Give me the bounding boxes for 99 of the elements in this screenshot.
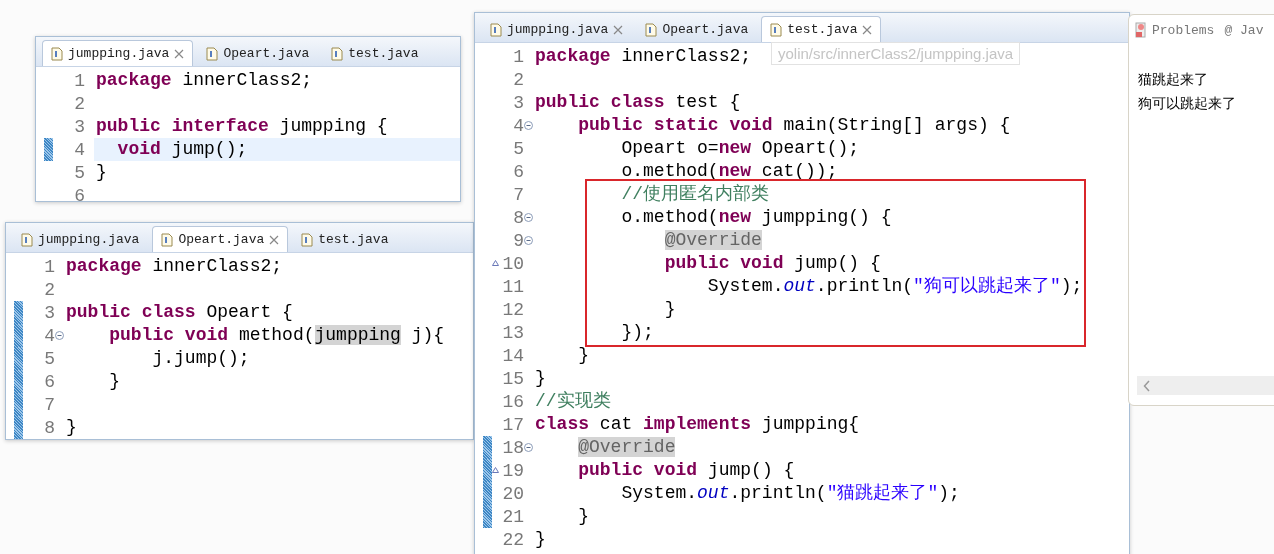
code-line: }	[534, 528, 546, 551]
line-number: 20	[501, 483, 524, 504]
line-number: 3	[73, 116, 85, 137]
code-line: }	[95, 161, 107, 184]
code-line: System.out.println("狗可以跳起来了");	[706, 275, 1083, 298]
line-number: 3	[43, 302, 55, 323]
console-output-line: 猫跳起来了	[1138, 70, 1209, 89]
java-file-icon	[51, 46, 63, 61]
line-number: 8	[43, 417, 55, 438]
code-line: public class test {	[534, 91, 741, 114]
editor-tab[interactable]: jumpping.java	[481, 16, 633, 42]
line-number: 2	[43, 279, 55, 300]
editor-tab[interactable]: jumpping.java	[42, 40, 194, 66]
line-number: 13	[501, 322, 524, 343]
java-file-icon	[21, 232, 33, 247]
line-number: 7	[512, 184, 524, 205]
line-number: 3	[512, 92, 524, 113]
code-line: package innerClass2;	[65, 255, 283, 278]
code-line: public void jump() {	[577, 459, 795, 482]
code-line: //实现类	[534, 390, 611, 413]
horizontal-scrollbar[interactable]	[1137, 376, 1274, 395]
line-number: 9	[512, 230, 524, 251]
view-tab[interactable]: Problems	[1135, 22, 1215, 38]
line-number: 12	[501, 299, 524, 320]
fold-icon[interactable]	[524, 236, 533, 245]
code-line: }	[577, 344, 590, 367]
line-number: 4	[73, 139, 85, 160]
line-number: 21	[501, 506, 524, 527]
code-line: Opeart o=new Opeart();	[620, 137, 860, 160]
line-number: 1	[73, 70, 85, 91]
editor-tab[interactable]: Opeart.java	[197, 40, 319, 66]
code-line: public interface jumpping {	[95, 115, 388, 138]
java-file-icon	[490, 22, 502, 37]
problems-icon	[1135, 22, 1149, 38]
line-number: 16	[501, 391, 524, 412]
line-number: 19	[501, 460, 524, 481]
line-number: 22	[501, 529, 524, 550]
java-file-icon	[331, 46, 344, 61]
java-file-icon	[206, 46, 219, 61]
code-line: package innerClass2;	[95, 69, 313, 92]
java-file-icon	[301, 232, 314, 247]
code-line: }	[108, 370, 121, 393]
fold-icon[interactable]	[55, 331, 64, 340]
close-icon[interactable]	[862, 24, 873, 35]
code-line: package innerClass2;	[534, 45, 752, 68]
code-line: j.jump();	[151, 347, 250, 370]
view-tab[interactable]: @ Jav	[1224, 22, 1264, 38]
code-line: public void jump() {	[663, 252, 881, 275]
line-number: 5	[73, 162, 85, 183]
java-file-icon	[645, 22, 658, 37]
java-file-icon	[770, 22, 783, 37]
scroll-left-icon[interactable]	[1143, 379, 1151, 392]
close-icon[interactable]	[613, 24, 624, 35]
editor-tab[interactable]: test.java	[292, 226, 398, 252]
close-icon[interactable]	[174, 48, 185, 59]
java-file-icon	[161, 232, 174, 247]
line-number: 4	[43, 325, 55, 346]
code-line: }	[663, 298, 676, 321]
editor-tab[interactable]: Opeart.java	[152, 226, 289, 252]
line-number: 11	[501, 276, 524, 297]
code-line: class cat implements jumpping{	[534, 413, 860, 436]
code-line: }	[577, 505, 590, 528]
code-line: public static void main(String[] args) {	[577, 114, 1011, 137]
line-number: 5	[512, 138, 524, 159]
editor-tab[interactable]: jumpping.java	[12, 226, 149, 252]
code-line: o.method(new cat());	[620, 160, 838, 183]
line-number: 2	[512, 69, 524, 90]
path-tooltip: yolin/src/innerClass2/jumpping.java	[771, 42, 1021, 65]
line-number: 8	[512, 207, 524, 228]
line-number: 7	[43, 394, 55, 415]
line-number: 6	[43, 371, 55, 392]
line-number: 1	[512, 46, 524, 67]
close-icon[interactable]	[269, 234, 280, 245]
line-number: 4	[512, 115, 524, 136]
fold-icon[interactable]	[524, 213, 533, 222]
fold-icon[interactable]	[524, 121, 533, 130]
line-number: 15	[501, 368, 524, 389]
code-line: }	[65, 416, 77, 439]
line-number: 10	[501, 253, 524, 274]
code-line: o.method(new jumpping() {	[620, 206, 892, 229]
editor-tab[interactable]: test.java	[322, 40, 428, 66]
line-number: 17	[501, 414, 524, 435]
editor-tab[interactable]: Opeart.java	[636, 16, 758, 42]
line-number: 2	[73, 93, 85, 114]
code-line: });	[620, 321, 654, 344]
line-number: 6	[512, 161, 524, 182]
editor-tab[interactable]: test.java	[761, 16, 882, 42]
line-number: 6	[73, 185, 85, 201]
code-line: }	[534, 367, 546, 390]
console-output-line: 狗可以跳起来了	[1138, 94, 1237, 113]
code-line: //使用匿名内部类	[620, 183, 770, 206]
line-number: 1	[43, 256, 55, 277]
code-line: public class Opeart {	[65, 301, 293, 324]
code-line: public void method(jumpping j){	[108, 324, 445, 347]
line-number: 14	[501, 345, 524, 366]
fold-icon[interactable]	[524, 443, 533, 452]
line-number: 18	[501, 437, 524, 458]
line-number: 5	[43, 348, 55, 369]
code-line: System.out.println("猫跳起来了");	[620, 482, 960, 505]
